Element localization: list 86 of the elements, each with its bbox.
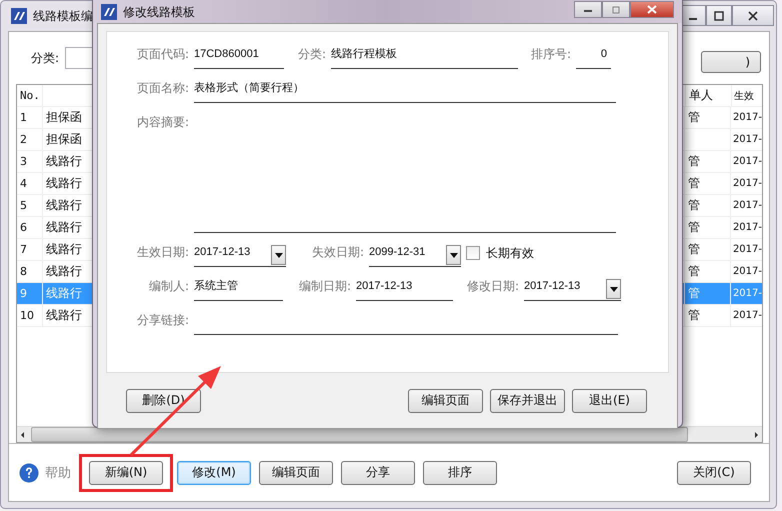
table-cell: 6: [17, 217, 43, 238]
help-link[interactable]: 帮助: [45, 464, 71, 482]
input-field[interactable]: 2017-12-13: [356, 277, 453, 301]
table-cell: 7: [17, 239, 43, 260]
table-cell: 管: [685, 283, 731, 304]
table-cell: 管: [685, 239, 731, 260]
window-title: 线路模板编: [33, 8, 93, 24]
input-field[interactable]: 17CD860001: [194, 45, 284, 69]
caret-icon: [274, 252, 282, 258]
maximize-icon: [611, 6, 621, 14]
dialog-button[interactable]: 编辑页面: [408, 388, 483, 412]
input-field[interactable]: 系统主管: [194, 277, 283, 301]
date-field[interactable]: 2099-12-31: [369, 243, 461, 267]
table-cell: 1: [17, 107, 43, 128]
table-cell-text: 2017-: [732, 199, 762, 213]
action-button[interactable]: 编辑页面: [259, 460, 333, 484]
field-label: 内容摘要:: [136, 114, 189, 131]
input-field[interactable]: 0: [576, 45, 611, 69]
close-button[interactable]: [630, 1, 674, 18]
action-button[interactable]: 分享: [341, 460, 415, 484]
checkbox[interactable]: [466, 246, 480, 260]
table-cell: 管: [685, 107, 731, 128]
field-label: 修改日期:: [466, 278, 519, 295]
dialog-button[interactable]: 退出(E): [572, 388, 647, 412]
dropdown-button[interactable]: [446, 245, 461, 265]
field-label: 编制人:: [148, 278, 189, 295]
field-label: 页面名称:: [136, 80, 189, 97]
caret-icon: [450, 252, 458, 258]
field-label: 生效日期:: [136, 244, 189, 261]
field-label: 编制日期:: [298, 278, 351, 295]
close-icon: [646, 5, 658, 14]
table-cell: 管: [685, 305, 731, 326]
table-cell: 管: [685, 173, 731, 194]
checkbox-label: 长期有效: [486, 244, 534, 262]
query-button[interactable]: ): [701, 51, 761, 73]
field-label: 分享链接:: [136, 312, 189, 329]
action-button[interactable]: 新编(N): [89, 460, 163, 484]
table-cell-text: 2017-: [732, 309, 762, 323]
maximize-icon: [714, 10, 724, 20]
dialog-title: 修改线路模板: [123, 4, 195, 20]
close-icon: [748, 10, 758, 20]
table-cell-text: 2017-: [732, 265, 762, 279]
table-cell-text: 2017-: [732, 221, 762, 235]
column-header: 单人: [686, 85, 732, 106]
category-label: 分类:: [31, 50, 60, 66]
app-logo-icon: [11, 8, 27, 24]
column-header: 生效: [733, 90, 755, 104]
dropdown-button[interactable]: [271, 245, 286, 265]
action-button[interactable]: 排序: [423, 460, 497, 484]
table-cell-text: 2017-: [732, 243, 762, 257]
table-cell-text: 2017-: [732, 177, 762, 191]
close-window-button[interactable]: 关闭(C): [677, 460, 751, 484]
table-cell: 5: [17, 195, 43, 216]
input-field[interactable]: 表格形式（简要行程）: [194, 79, 616, 103]
table-cell: 10: [17, 305, 43, 326]
field-label: 排序号:: [530, 46, 571, 63]
minimize-icon: [689, 18, 697, 20]
field-label: 分类:: [296, 46, 326, 63]
table-cell: 管: [685, 195, 731, 216]
dropdown-button[interactable]: [606, 279, 621, 299]
table-cell-text: 2017-: [732, 111, 762, 125]
action-button[interactable]: 修改(M): [177, 460, 251, 484]
close-button[interactable]: [732, 5, 774, 26]
table-cell: 8: [17, 261, 43, 282]
app-logo-icon: [101, 4, 117, 20]
field-label: 失效日期:: [310, 244, 364, 261]
field-label: 页面代码:: [136, 46, 189, 63]
table-cell-text: 2017-: [732, 155, 762, 169]
table-cell: 2: [17, 129, 43, 150]
table-cell: 9: [17, 283, 43, 304]
table-cell: 管: [685, 151, 731, 172]
help-icon[interactable]: [19, 462, 39, 482]
maximize-button[interactable]: [706, 5, 732, 26]
table-cell: 管: [685, 261, 731, 282]
table-cell: 管: [685, 217, 731, 238]
table-cell-text: 2017-: [732, 133, 762, 147]
input-field[interactable]: 线路行程模板: [331, 45, 518, 69]
caret-icon: [610, 286, 618, 292]
dialog-button[interactable]: 保存并退出: [490, 388, 565, 412]
table-cell: 3: [17, 151, 43, 172]
table-cell-text: 2017-: [732, 287, 762, 301]
minimize-button[interactable]: [574, 1, 602, 18]
column-header: No.: [17, 85, 43, 106]
table-cell: 4: [17, 173, 43, 194]
date-field[interactable]: 2017-12-13: [524, 277, 621, 301]
date-field[interactable]: 2017-12-13: [194, 243, 286, 267]
